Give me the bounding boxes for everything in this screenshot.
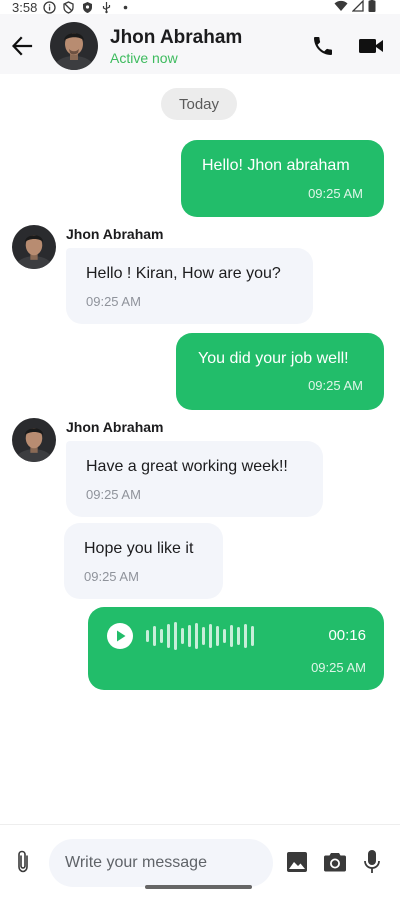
message-time: 09:25 AM [86, 487, 141, 502]
voice-message[interactable]: 00:16 09:25 AM [88, 607, 384, 690]
chat-header: Jhon Abraham Active now [0, 14, 400, 74]
message-time: 09:25 AM [84, 569, 139, 584]
status-time: 3:58 [12, 0, 38, 15]
microphone-icon[interactable] [362, 849, 382, 875]
status-bar: 3:58 [0, 0, 400, 15]
message-text: Have a great working week!! [86, 458, 288, 475]
message-text: You did your job well! [198, 350, 349, 367]
audio-waveform[interactable] [146, 621, 266, 651]
voice-duration: 00:16 [328, 627, 366, 644]
incoming-message[interactable]: Hope you like it 09:25 AM [64, 523, 223, 599]
message-text: Hello ! Kiran, How are you? [86, 265, 281, 282]
home-indicator[interactable] [145, 885, 252, 889]
battery-icon [368, 0, 376, 15]
camera-icon[interactable] [323, 851, 347, 873]
contact-name: Jhon Abraham [110, 27, 243, 48]
message-input[interactable] [49, 839, 273, 887]
incoming-message[interactable]: Have a great working week!! 09:25 AM [66, 441, 323, 517]
image-icon[interactable] [286, 851, 308, 873]
back-arrow-icon[interactable] [11, 35, 33, 57]
cell-signal-icon [351, 0, 364, 15]
paperclip-icon[interactable] [13, 849, 35, 875]
block-icon [62, 0, 75, 14]
play-icon[interactable] [107, 623, 133, 649]
message-text: Hello! Jhon abraham [202, 157, 350, 174]
date-separator: Today [161, 88, 237, 120]
wifi-icon [334, 0, 348, 15]
sender-avatar[interactable] [12, 225, 56, 269]
info-icon [43, 0, 56, 14]
dot-icon [119, 1, 132, 14]
message-time: 09:25 AM [308, 186, 363, 201]
sender-name: Jhon Abraham [66, 419, 164, 435]
sender-name: Jhon Abraham [66, 226, 164, 242]
usb-icon [100, 1, 113, 14]
message-time: 09:25 AM [311, 660, 366, 675]
message-text: Hope you like it [84, 540, 194, 557]
outgoing-message[interactable]: You did your job well! 09:25 AM [176, 333, 384, 410]
video-camera-icon[interactable] [358, 36, 384, 56]
phone-icon[interactable] [311, 34, 335, 58]
contact-avatar[interactable] [50, 22, 98, 70]
shield-icon [81, 1, 94, 14]
message-time: 09:25 AM [86, 294, 141, 309]
incoming-message[interactable]: Hello ! Kiran, How are you? 09:25 AM [66, 248, 313, 324]
message-time: 09:25 AM [308, 378, 363, 393]
outgoing-message[interactable]: Hello! Jhon abraham 09:25 AM [181, 140, 384, 217]
sender-avatar[interactable] [12, 418, 56, 462]
contact-status: Active now [110, 50, 178, 66]
